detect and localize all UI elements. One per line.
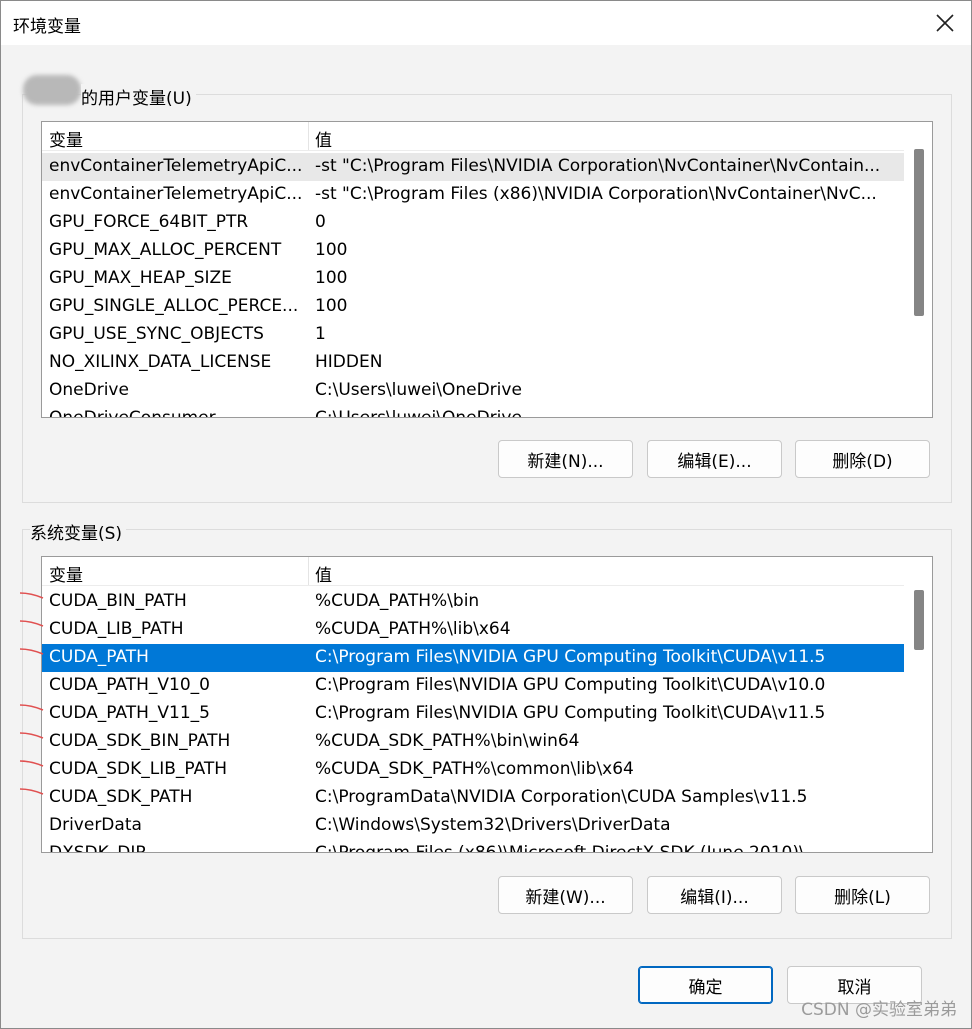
variable-value-cell: C:\Windows\System32\Drivers\DriverData — [315, 815, 671, 835]
variable-value-cell: %CUDA_SDK_PATH%\bin\win64 — [315, 731, 580, 751]
table-row[interactable]: CUDA_PATH_V11_5 C:\Program Files\NVIDIA G… — [42, 700, 904, 728]
window-title: 环境变量 — [13, 17, 81, 37]
title-bar: 环境变量 — [1, 1, 971, 45]
variable-name-cell: CUDA_BIN_PATH — [49, 591, 187, 611]
close-button[interactable] — [919, 1, 971, 45]
redacted-username — [23, 75, 81, 105]
table-row[interactable]: envContainerTelemetryApiC... -st "C:\Prog… — [42, 181, 904, 209]
table-row[interactable]: NO_XILINX_DATA_LICENSE HIDDEN — [42, 349, 904, 377]
table-row[interactable]: OneDrive C:\Users\luwei\OneDrive — [42, 377, 904, 405]
annotation-mark — [19, 760, 44, 767]
variable-value-cell: -st "C:\Program Files (x86)\NVIDIA Corpo… — [315, 184, 877, 204]
variable-name-cell: CUDA_SDK_BIN_PATH — [49, 731, 231, 751]
variable-name-cell: CUDA_PATH_V10_0 — [49, 675, 210, 695]
user-delete-button[interactable]: 删除(D) — [795, 440, 930, 478]
table-row[interactable]: DXSDK_DIR C:\Program Files (x86)\Microsof… — [42, 840, 904, 853]
annotation-mark — [19, 788, 44, 795]
variable-value-cell: C:\ProgramData\NVIDIA Corporation\CUDA S… — [315, 787, 808, 807]
system-list-scrollbar[interactable] — [905, 557, 932, 852]
variable-name-cell: GPU_MAX_HEAP_SIZE — [49, 268, 232, 288]
variable-name-cell: GPU_FORCE_64BIT_PTR — [49, 212, 249, 232]
user-variables-list[interactable]: 变量 值 envContainerTelemetryApiC... -st "C:… — [41, 121, 933, 418]
watermark: CSDN @实验室弟弟 — [801, 1000, 957, 1020]
variable-name-cell: CUDA_SDK_LIB_PATH — [49, 759, 228, 779]
column-header-variable[interactable]: 变量 — [49, 126, 83, 151]
column-separator[interactable] — [308, 557, 309, 585]
variable-value-cell: C:\Users\luwei\OneDrive — [315, 380, 522, 400]
system-new-button[interactable]: 新建(W)... — [498, 876, 633, 914]
variable-name-cell: DriverData — [49, 815, 142, 835]
table-row[interactable]: GPU_SINGLE_ALLOC_PERCE... 100 — [42, 293, 904, 321]
system-variables-rows: CUDA_BIN_PATH %CUDA_PATH%\bin CUDA_LIB_PAT… — [42, 588, 904, 853]
variable-value-cell: 100 — [315, 296, 348, 316]
system-edit-button[interactable]: 编辑(I)... — [647, 876, 782, 914]
table-row[interactable]: CUDA_LIB_PATH %CUDA_PATH%\lib\x64 — [42, 616, 904, 644]
variable-name-cell: CUDA_SDK_PATH — [49, 787, 193, 807]
table-row[interactable]: CUDA_PATH_V10_0 C:\Program Files\NVIDIA G… — [42, 672, 904, 700]
table-row[interactable]: OneDriveConsumer C:\Users\luwei\OneDrive — [42, 405, 904, 418]
column-header-variable[interactable]: 变量 — [49, 561, 83, 586]
variable-value-cell: C:\Program Files\NVIDIA GPU Computing To… — [315, 675, 826, 695]
list-header: 变量 值 — [42, 557, 904, 586]
annotation-mark — [19, 732, 44, 739]
table-row[interactable]: CUDA_SDK_PATH C:\ProgramData\NVIDIA Corpo… — [42, 784, 904, 812]
variable-value-cell: C:\Users\luwei\OneDrive — [315, 408, 522, 418]
variable-name-cell: CUDA_PATH_V11_5 — [49, 703, 210, 723]
table-row[interactable]: CUDA_SDK_BIN_PATH %CUDA_SDK_PATH%\bin\win… — [42, 728, 904, 756]
variable-name-cell: GPU_SINGLE_ALLOC_PERCE... — [49, 296, 299, 316]
list-header: 变量 值 — [42, 122, 904, 151]
environment-variables-dialog: 环境变量 的用户变量(U) 变量 值 envContainerTelemetry… — [0, 0, 972, 1029]
table-row[interactable]: CUDA_BIN_PATH %CUDA_PATH%\bin — [42, 588, 904, 616]
column-separator[interactable] — [308, 122, 309, 150]
variable-value-cell: 0 — [315, 212, 326, 232]
user-list-scrollbar[interactable] — [905, 122, 932, 417]
variable-name-cell: OneDriveConsumer — [49, 408, 216, 418]
system-variables-label: 系统变量(S) — [30, 519, 127, 544]
scrollbar-thumb[interactable] — [914, 590, 924, 650]
close-icon — [936, 14, 954, 32]
table-row[interactable]: CUDA_PATH C:\Program Files\NVIDIA GPU Com… — [42, 644, 904, 672]
variable-name-cell: CUDA_PATH — [49, 647, 149, 667]
table-row[interactable]: GPU_FORCE_64BIT_PTR 0 — [42, 209, 904, 237]
column-header-value[interactable]: 值 — [315, 126, 332, 151]
table-row[interactable]: envContainerTelemetryApiC... -st "C:\Prog… — [42, 153, 904, 181]
variable-value-cell: C:\Program Files\NVIDIA GPU Computing To… — [315, 703, 826, 723]
variable-value-cell: -st "C:\Program Files\NVIDIA Corporation… — [315, 156, 881, 176]
variable-value-cell: C:\Program Files (x86)\Microsoft DirectX… — [315, 843, 805, 853]
variable-name-cell: GPU_USE_SYNC_OBJECTS — [49, 324, 264, 344]
column-header-value[interactable]: 值 — [315, 561, 332, 586]
table-row[interactable]: GPU_USE_SYNC_OBJECTS 1 — [42, 321, 904, 349]
variable-name-cell: envContainerTelemetryApiC... — [49, 184, 303, 204]
variable-value-cell: %CUDA_PATH%\lib\x64 — [315, 619, 511, 639]
variable-value-cell: %CUDA_PATH%\bin — [315, 591, 480, 611]
table-row[interactable]: GPU_MAX_ALLOC_PERCENT 100 — [42, 237, 904, 265]
annotation-mark — [19, 592, 44, 599]
table-row[interactable]: CUDA_SDK_LIB_PATH %CUDA_SDK_PATH%\common\… — [42, 756, 904, 784]
scrollbar-thumb[interactable] — [914, 149, 924, 316]
variable-name-cell: envContainerTelemetryApiC... — [49, 156, 303, 176]
table-row[interactable]: DriverData C:\Windows\System32\Drivers\Dr… — [42, 812, 904, 840]
annotation-mark — [19, 620, 44, 627]
variable-value-cell: 100 — [315, 268, 348, 288]
system-variables-list[interactable]: 变量 值 CUDA_BIN_PATH %CUDA_PATH%\bin CUDA_LI… — [41, 556, 933, 853]
user-new-button[interactable]: 新建(N)... — [498, 440, 633, 478]
variable-value-cell: HIDDEN — [315, 352, 383, 372]
variable-name-cell: GPU_MAX_ALLOC_PERCENT — [49, 240, 282, 260]
variable-value-cell: 1 — [315, 324, 326, 344]
variable-name-cell: NO_XILINX_DATA_LICENSE — [49, 352, 272, 372]
variable-name-cell: CUDA_LIB_PATH — [49, 619, 184, 639]
variable-name-cell: DXSDK_DIR — [49, 843, 148, 853]
annotation-mark — [19, 648, 44, 655]
user-variables-rows: envContainerTelemetryApiC... -st "C:\Prog… — [42, 153, 904, 418]
variable-value-cell: %CUDA_SDK_PATH%\common\lib\x64 — [315, 759, 634, 779]
system-delete-button[interactable]: 删除(L) — [795, 876, 930, 914]
ok-button[interactable]: 确定 — [638, 966, 773, 1004]
annotation-mark — [19, 704, 44, 711]
variable-value-cell: C:\Program Files\NVIDIA GPU Computing To… — [315, 647, 826, 667]
user-variables-label: 的用户变量(U) — [81, 84, 196, 109]
variable-value-cell: 100 — [315, 240, 348, 260]
user-edit-button[interactable]: 编辑(E)... — [647, 440, 782, 478]
variable-name-cell: OneDrive — [49, 380, 129, 400]
table-row[interactable]: GPU_MAX_HEAP_SIZE 100 — [42, 265, 904, 293]
